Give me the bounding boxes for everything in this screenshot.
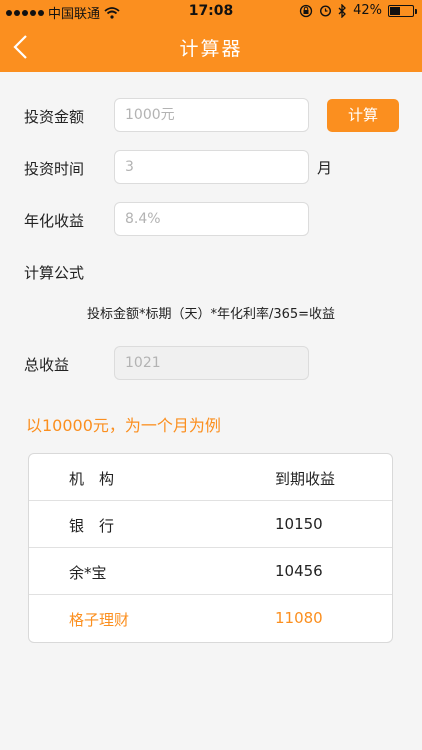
row-return: 10150 [275,515,323,533]
rate-label: 年化收益 [24,212,85,230]
total-output: 1021 [114,346,309,380]
top-bar: 中国联通 17:08 42% 计算器 [0,0,422,72]
table-row: 银 行 10150 [29,501,392,548]
status-bar: 中国联通 17:08 42% [0,0,422,22]
formula-label: 计算公式 [24,264,85,282]
header-institution: 机 构 [69,470,115,488]
table-row: 余*宝 10456 [29,548,392,595]
battery-percentage: 42% [353,3,382,18]
page-title: 计算器 [179,38,243,60]
rate-input[interactable]: 8.4% [114,202,309,236]
row-institution: 银 行 [69,517,115,535]
bluetooth-icon [338,3,347,18]
amount-label: 投资金额 [24,108,85,126]
formula-text: 投标金额*标期（天）*年化利率/365=收益 [86,307,336,322]
row-institution: 余*宝 [69,564,107,582]
table-header: 机 构 到期收益 [29,454,392,501]
calculate-button[interactable]: 计算 [327,99,399,132]
rotation-lock-icon [299,4,313,17]
period-label: 投资时间 [24,160,85,178]
row-return: 11080 [275,609,323,627]
amount-input[interactable]: 1000元 [114,98,309,132]
example-title: 以10000元，为一个月为例 [26,416,221,435]
comparison-table: 机 构 到期收益 银 行 10150 余*宝 10456 格子理财 11080 [28,453,393,643]
battery-icon [388,4,417,17]
table-row-highlight: 格子理财 11080 [29,595,392,642]
period-unit: 月 [317,159,333,177]
row-institution: 格子理财 [69,611,130,629]
alarm-icon [320,5,332,17]
total-label: 总收益 [24,356,70,374]
row-return: 10456 [275,562,323,580]
period-input[interactable]: 3 [114,150,309,184]
header-return: 到期收益 [275,470,336,488]
